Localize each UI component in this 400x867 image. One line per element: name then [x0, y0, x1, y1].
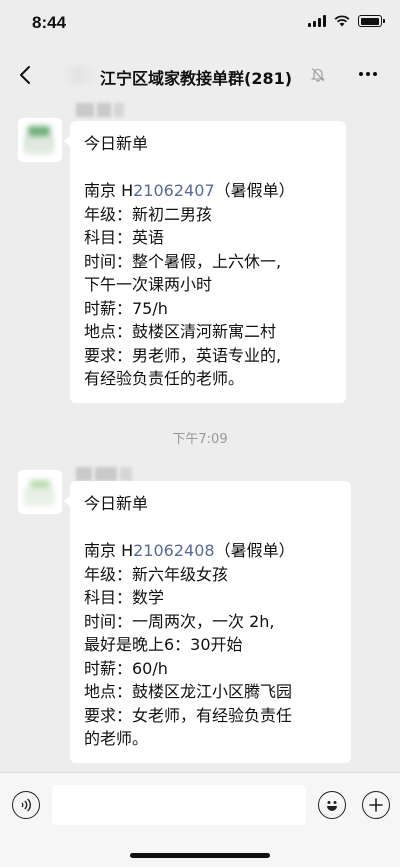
sender-avatar[interactable]	[18, 118, 62, 162]
status-bar: 8:44	[0, 0, 400, 46]
back-button[interactable]	[10, 60, 40, 90]
message-line: 下午一次课两小时	[84, 275, 213, 294]
sender-avatar[interactable]	[18, 470, 62, 514]
home-indicator	[130, 853, 270, 858]
timestamp: 下午7:09	[172, 432, 228, 447]
order-code-link[interactable]: 21062408	[133, 541, 214, 560]
message-line: 科目：英语	[84, 228, 165, 247]
emoji-icon	[327, 801, 337, 811]
back-arrow-icon	[20, 66, 30, 84]
voice-icon	[21, 798, 32, 812]
message-line: 今日新单	[84, 134, 149, 153]
wifi-icon	[334, 15, 350, 27]
plus-button[interactable]	[362, 791, 390, 819]
message-line: 年级：新六年级女孩	[84, 564, 229, 584]
plus-icon	[369, 798, 383, 812]
voice-button[interactable]	[12, 791, 40, 819]
order-line: 南京 H21062408（暑假单）	[84, 539, 337, 563]
message-line: 时间：一周两次，一次 2h,	[84, 611, 275, 631]
chat-title: 江宁区域家教接单群(281)	[100, 69, 293, 88]
order-code-link[interactable]: 21062407	[133, 181, 214, 200]
battery-icon	[358, 15, 385, 27]
status-icons	[308, 15, 385, 27]
chat-header: 江宁区域家教接单群(281)	[0, 46, 400, 104]
message-line: 地点：鼓楼区清河新寓二村	[84, 322, 277, 341]
message-bubble[interactable]: 今日新单 南京 H21062408（暑假单） 年级：新六年级女孩 科目：数学 时间：一周…	[64, 481, 351, 763]
status-time: 8:44	[32, 13, 67, 32]
order-suffix: （暑假单）	[214, 181, 295, 200]
message-line: 今日新单	[84, 494, 149, 513]
more-button[interactable]	[356, 62, 380, 86]
emoji-button[interactable]	[318, 791, 346, 819]
order-prefix: 南京 H	[84, 541, 134, 560]
message-line: 有经验负责任的老师。	[84, 369, 245, 388]
message-line: 时薪：60/h	[84, 658, 168, 678]
message-line: 的老师。	[84, 729, 149, 748]
message-line: 要求：女老师，有经验负责任	[84, 705, 293, 725]
order-prefix: 南京 H	[84, 181, 134, 200]
message-bubble[interactable]: 今日新单南京 H21062407（暑假单） 年级：新初二男孩 科目：英语时间：整个暑…	[64, 121, 346, 403]
message-line: 时间：整个暑假，上六休一,	[84, 251, 282, 271]
message-line: 时薪：75/h	[84, 298, 168, 318]
signal-icon	[308, 15, 326, 27]
message-line: 科目：数学	[84, 588, 165, 607]
order-line: 南京 H21062407（暑假单）	[84, 179, 332, 203]
message-line: 要求：男老师，英语专业的,	[84, 345, 282, 365]
more-dots-icon	[359, 72, 363, 76]
message-line: 年级：新初二男孩	[84, 204, 213, 224]
mute-bell-icon	[311, 68, 325, 82]
message-line: 地点：鼓楼区龙江小区腾飞园	[84, 682, 293, 701]
order-suffix: （暑假单）	[214, 541, 295, 560]
sender-name-blur	[76, 103, 124, 119]
title-blur	[60, 66, 98, 84]
message-input[interactable]	[52, 785, 306, 825]
message-line: 最好是晚上6：30开始	[84, 635, 243, 654]
